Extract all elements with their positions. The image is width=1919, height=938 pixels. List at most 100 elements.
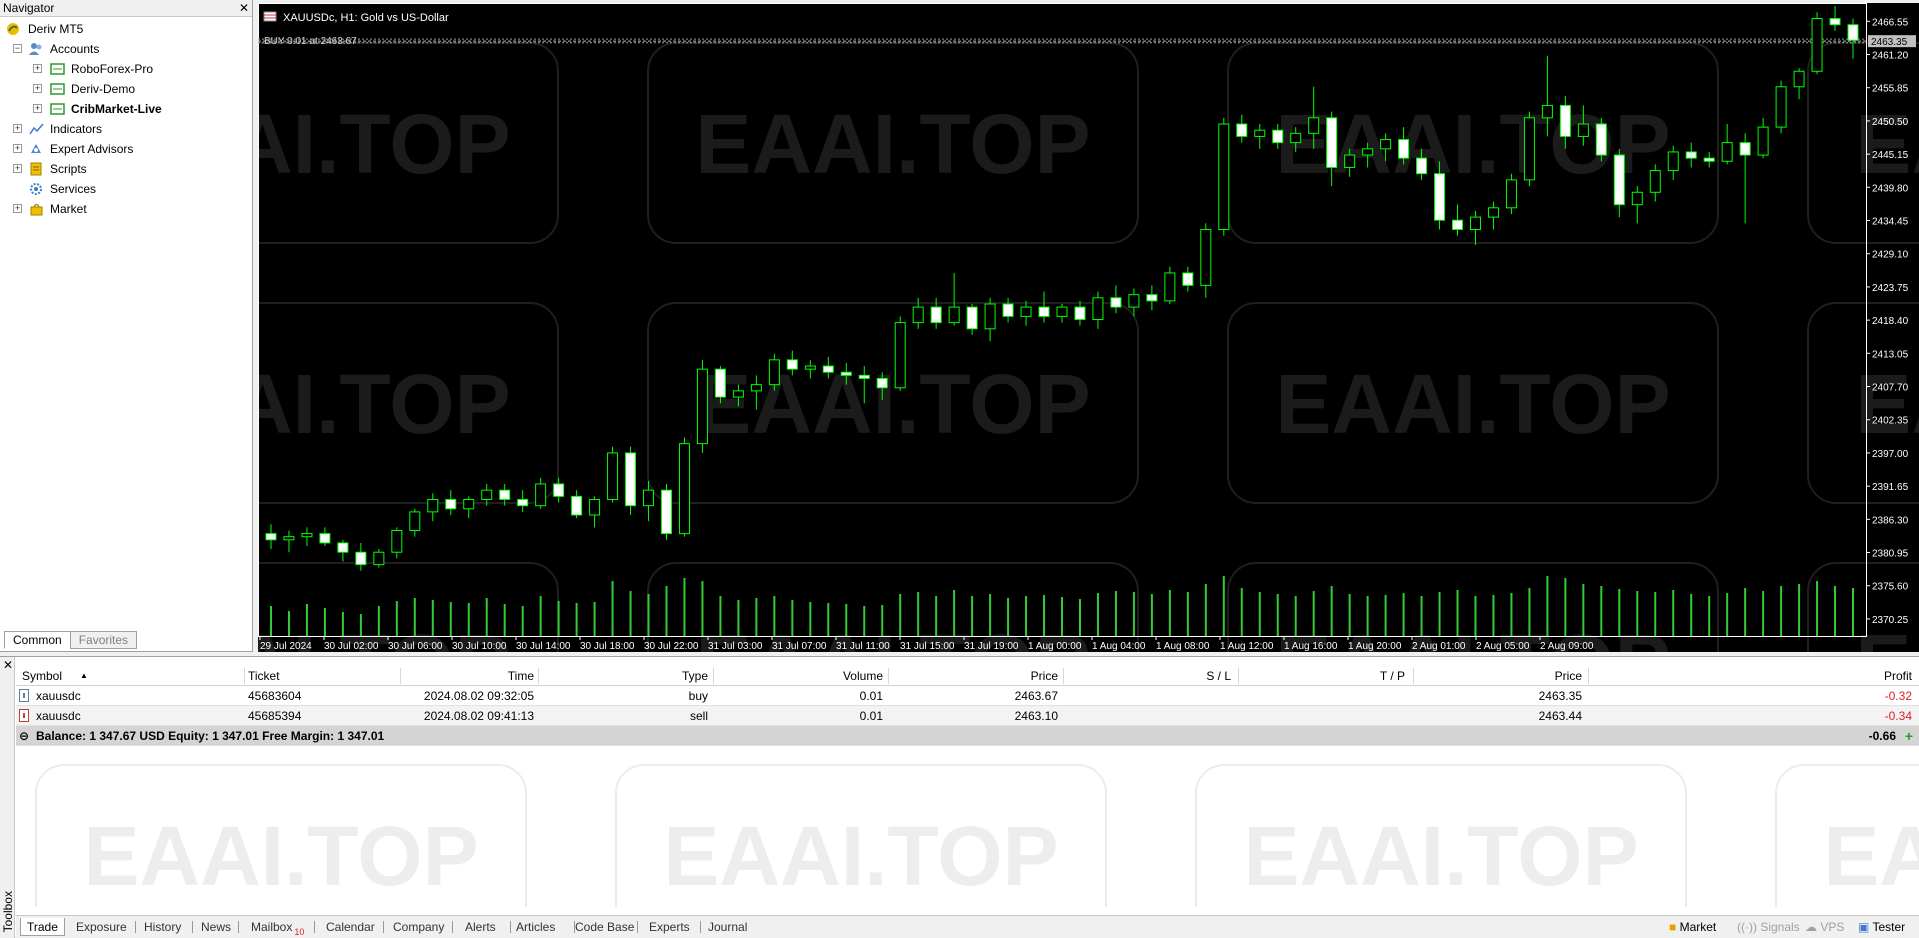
market-bag-icon: ■ [1669, 920, 1677, 934]
signals-button[interactable]: ((·)) Signals [1737, 918, 1800, 936]
tree-item-account-active[interactable]: + CribMarket-Live [0, 99, 252, 119]
candle [1020, 300, 1032, 326]
tab-news[interactable]: News [201, 918, 231, 936]
tab-company[interactable]: Company [393, 918, 444, 936]
column-divider[interactable] [888, 668, 889, 684]
col-tp[interactable]: T / P [1380, 666, 1405, 686]
tab-history[interactable]: History [144, 918, 181, 936]
price-tick-label: 2423.75 [1872, 283, 1909, 294]
tab-exposure[interactable]: Exposure [76, 918, 127, 936]
time-tick-label: 1 Aug 12:00 [1220, 641, 1274, 652]
tree-item-accounts[interactable]: − Accounts [0, 39, 252, 59]
col-volume[interactable]: Volume [843, 666, 883, 686]
add-icon[interactable]: + [1905, 726, 1913, 746]
expand-icon[interactable]: + [13, 124, 22, 133]
candle-body-bear [1038, 306, 1050, 317]
candle [1793, 68, 1805, 100]
close-icon[interactable]: ✕ [239, 0, 249, 17]
table-row[interactable]: xauusdc 45683604 2024.08.02 09:32:05 buy… [16, 686, 1919, 706]
candle-body-bull [1667, 151, 1679, 172]
column-divider[interactable] [713, 668, 714, 684]
tab-alerts[interactable]: Alerts [465, 918, 496, 936]
column-divider[interactable] [1238, 668, 1239, 684]
tree-item-market[interactable]: + Market [0, 199, 252, 219]
tree-item-indicators[interactable]: + Indicators [0, 119, 252, 139]
toolbox-tabs: Trade Exposure History News Mailbox 10 Ca… [16, 915, 1919, 937]
candle-body-bull [607, 452, 619, 500]
candle-body-bull [1793, 70, 1805, 88]
col-price[interactable]: Price [1031, 666, 1058, 686]
candle-body-bear [1739, 142, 1751, 156]
candle-body-bull [1577, 123, 1589, 137]
candle-body-bull [1469, 216, 1481, 231]
candle-body-bull [804, 365, 816, 370]
table-row[interactable]: xauusdc 45685394 2024.08.02 09:41:13 sel… [16, 706, 1919, 726]
candle-body-bull [391, 530, 403, 553]
column-divider[interactable] [400, 668, 401, 684]
chart-canvas[interactable]: EAAI.TOP EAAI.TOP EAAI.TOP EAAI.TOP EAAI.TOP… [258, 3, 1919, 652]
expand-icon[interactable]: + [13, 204, 22, 213]
tab-code-base[interactable]: Code Base [575, 918, 634, 936]
candle-body-bull [768, 359, 780, 386]
column-divider[interactable] [1588, 668, 1589, 684]
candle-body-bull [535, 483, 547, 507]
expand-icon[interactable]: + [13, 164, 22, 173]
market-button[interactable]: ■ Market [1669, 918, 1716, 936]
price-chart[interactable]: EAAI.TOP EAAI.TOP EAAI.TOP EAAI.TOP EAAI.TOP… [258, 3, 1919, 652]
column-divider[interactable] [538, 668, 539, 684]
tab-mailbox[interactable]: Mailbox 10 [251, 918, 304, 937]
sort-asc-icon[interactable]: ▲ [80, 666, 88, 686]
candle-body-bear [553, 483, 565, 497]
candle-body-bull [589, 498, 601, 516]
collapse-icon[interactable]: − [13, 44, 22, 53]
watermark-text: EAAI.TOP [1855, 357, 1919, 451]
tab-favorites[interactable]: Favorites [69, 631, 138, 649]
tab-articles[interactable]: Articles [516, 918, 555, 936]
collapse-circle-icon[interactable]: ⊖ [19, 726, 29, 746]
tab-journal[interactable]: Journal [708, 918, 747, 936]
candle-body-bull [1649, 170, 1661, 193]
vps-button[interactable]: ☁ VPS [1805, 918, 1844, 936]
tab-common[interactable]: Common [4, 631, 71, 649]
candle [1200, 223, 1212, 298]
tree-item-services[interactable]: Services [0, 179, 252, 199]
tree-item-account[interactable]: + Deriv-Demo [0, 79, 252, 99]
col-type[interactable]: Type [682, 666, 708, 686]
col-symbol[interactable]: Symbol [22, 666, 62, 686]
tester-button[interactable]: ▣ Tester [1858, 918, 1905, 936]
tree-item-account[interactable]: + RoboForex-Pro [0, 59, 252, 79]
col-time[interactable]: Time [508, 666, 534, 686]
account-server-icon [50, 83, 65, 95]
cell-current-price: 2463.35 [1538, 689, 1582, 703]
candle-body-bull [1056, 306, 1068, 317]
expand-icon[interactable]: + [33, 64, 42, 73]
tab-experts[interactable]: Experts [649, 918, 690, 936]
tab-separator [135, 921, 136, 933]
expand-icon[interactable]: + [13, 144, 22, 153]
tree-root[interactable]: Deriv MT5 [0, 19, 252, 39]
watermark-text: EAAI.TOP [258, 97, 511, 191]
column-divider[interactable] [1413, 668, 1414, 684]
tree-item-scripts[interactable]: + Scripts [0, 159, 252, 179]
tab-calendar[interactable]: Calendar [326, 918, 375, 936]
col-profit[interactable]: Profit [1884, 666, 1912, 686]
candle-body-bear [1002, 303, 1014, 317]
column-divider[interactable] [244, 668, 245, 684]
column-divider[interactable] [1063, 668, 1064, 684]
time-tick-label: 31 Jul 07:00 [772, 641, 827, 652]
expand-icon[interactable]: + [33, 104, 42, 113]
candle [319, 527, 331, 547]
expand-icon[interactable]: + [33, 84, 42, 93]
col-sl[interactable]: S / L [1206, 666, 1231, 686]
tab-separator [383, 921, 384, 933]
candle-body-bear [337, 542, 349, 553]
tab-trade[interactable]: Trade [20, 918, 65, 936]
candle-body-bear [1110, 297, 1122, 308]
col-current-price[interactable]: Price [1555, 666, 1582, 686]
time-tick-label: 31 Jul 11:00 [836, 641, 890, 652]
candle [1218, 117, 1230, 236]
tab-separator [238, 921, 239, 933]
close-icon[interactable]: ✕ [3, 658, 13, 672]
tree-item-expert-advisors[interactable]: + Expert Advisors [0, 139, 252, 159]
col-ticket[interactable]: Ticket [248, 666, 280, 686]
